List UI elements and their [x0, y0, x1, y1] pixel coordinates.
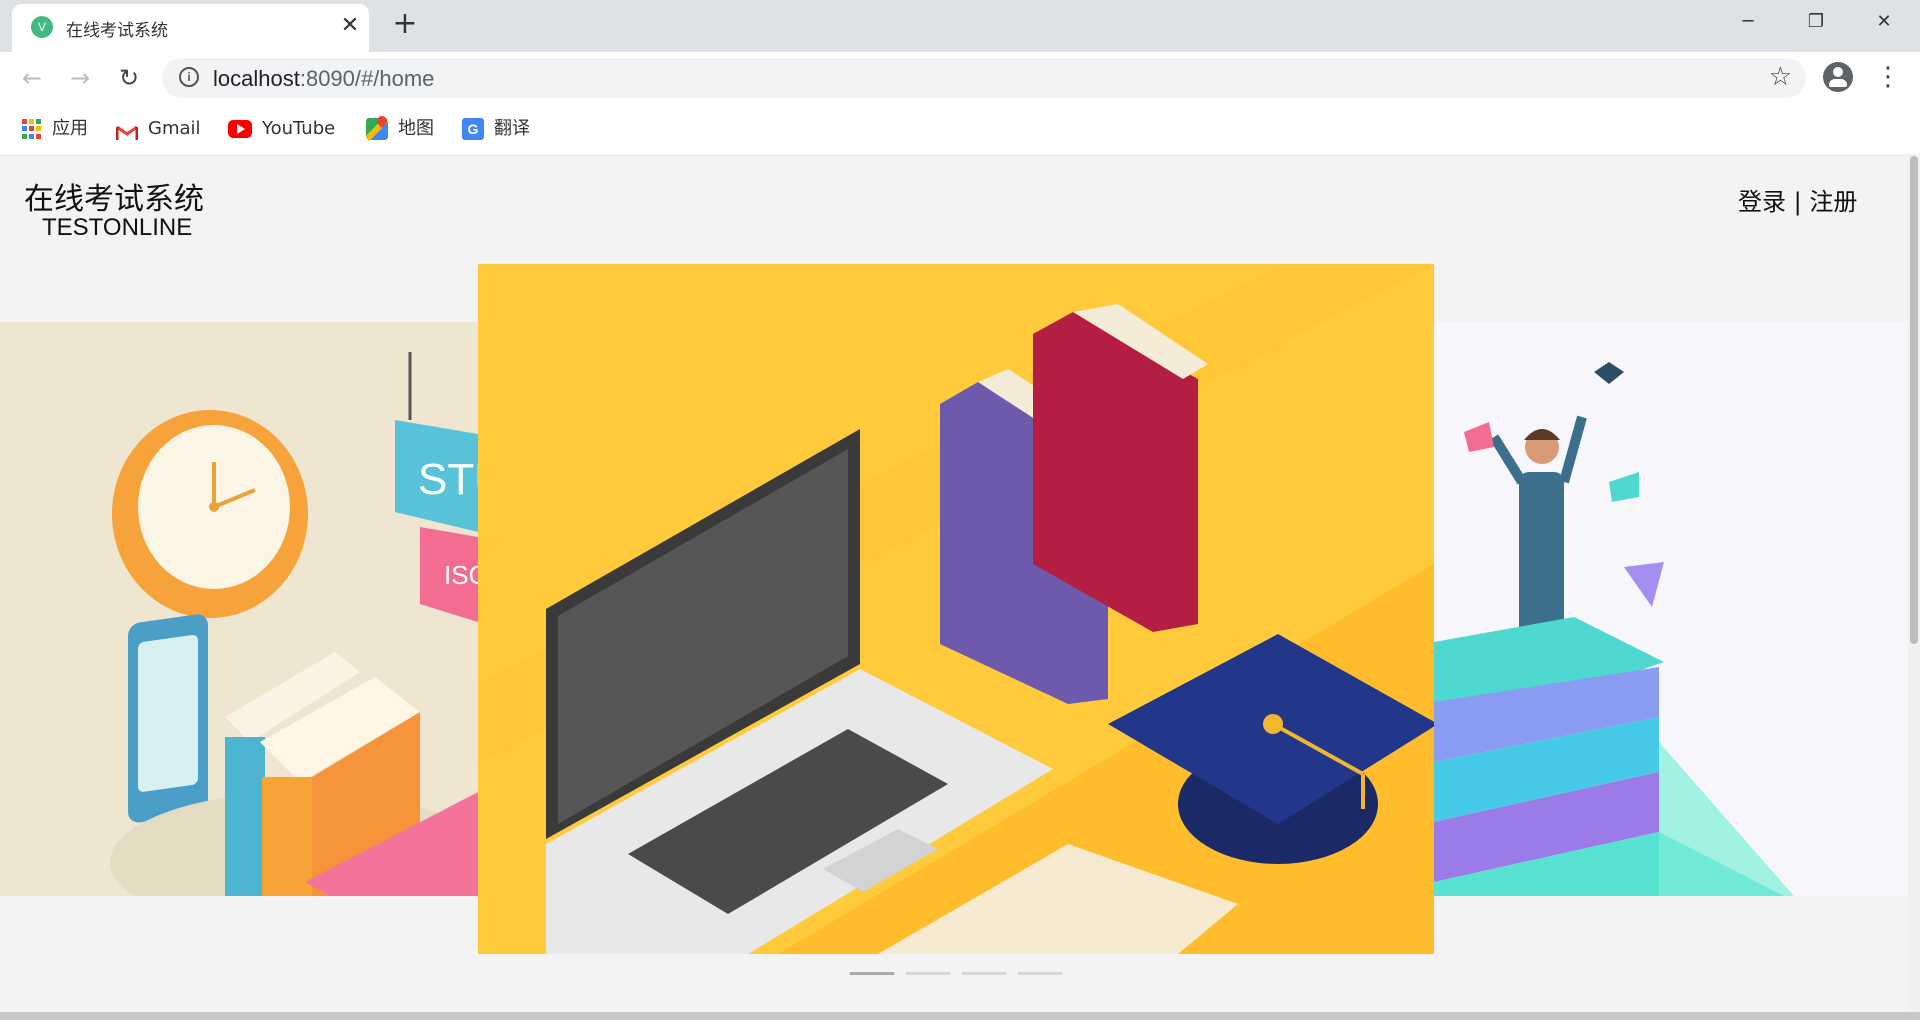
translate-icon: G [462, 118, 484, 140]
auth-links: 登录 | 注册 [1738, 182, 1857, 217]
tab-title: 在线考试系统 [66, 21, 168, 41]
apps-icon [22, 119, 42, 139]
graduate-icon [1489, 362, 1624, 637]
site-subtitle: TESTONLINE [42, 214, 193, 241]
login-link[interactable]: 登录 [1738, 188, 1786, 216]
info-icon[interactable]: i [179, 67, 199, 87]
bookmark-star-icon[interactable]: ☆ [1769, 62, 1792, 92]
bookmark-gmail[interactable]: Gmail [115, 114, 201, 144]
page-content: 在线考试系统 TESTONLINE 登录 | 注册 STU ISO [0, 154, 1908, 1012]
carousel-dot-1[interactable] [850, 972, 894, 975]
carousel-slide-prev[interactable]: STU ISO [0, 322, 478, 896]
svg-text:ISO: ISO [444, 560, 478, 590]
vertical-scrollbar[interactable] [1908, 154, 1920, 1012]
carousel-dot-4[interactable] [1018, 972, 1062, 975]
profile-avatar-icon[interactable] [1823, 62, 1853, 92]
carousel-dot-3[interactable] [962, 972, 1006, 975]
clock-icon [112, 410, 308, 618]
more-menu-icon[interactable]: ⋮ [1875, 62, 1901, 94]
browser-toolbar: ← → ↻ i localhost:8090/#/home ☆ ⋮ [0, 52, 1920, 104]
window-close-icon[interactable]: ✕ [1854, 4, 1914, 40]
maps-icon [366, 118, 388, 140]
close-tab-icon[interactable]: ✕ [337, 13, 363, 39]
browser-tabstrip: V 在线考试系统 ✕ + ─ ❐ ✕ [0, 0, 1920, 52]
bookmarks-bar: 应用 Gmail YouTube 地图 G 翻译 [0, 104, 1920, 155]
address-bar[interactable]: i localhost:8090/#/home ☆ [162, 58, 1806, 98]
carousel-dot-2[interactable] [906, 972, 950, 975]
back-icon[interactable]: ← [16, 62, 48, 94]
carousel-slide-active[interactable] [478, 264, 1434, 954]
bookmark-youtube[interactable]: YouTube [228, 114, 335, 144]
restore-icon[interactable]: ❐ [1786, 4, 1846, 40]
bookmark-maps[interactable]: 地图 [366, 114, 434, 144]
site-title: 在线考试系统 [24, 182, 204, 217]
new-tab-icon[interactable]: + [390, 9, 420, 39]
svg-text:STU: STU [418, 455, 478, 504]
bookmark-translate[interactable]: G 翻译 [462, 114, 530, 144]
url-text: localhost:8090/#/home [213, 66, 435, 91]
register-link[interactable]: 注册 [1809, 188, 1857, 216]
browser-tab[interactable]: V 在线考试系统 ✕ [12, 4, 369, 52]
horizontal-scrollbar[interactable] [0, 1012, 1920, 1020]
auth-separator: | [1793, 188, 1802, 216]
bookmark-apps[interactable]: 应用 [22, 114, 88, 144]
gmail-icon [115, 121, 139, 140]
reload-icon[interactable]: ↻ [113, 62, 145, 94]
vue-logo-icon: V [31, 16, 53, 38]
book-stack-icon [1434, 617, 1794, 896]
youtube-icon [228, 120, 252, 138]
scrollbar-thumb[interactable] [1910, 156, 1918, 644]
carousel-slide-next[interactable] [1434, 322, 1908, 896]
forward-icon[interactable]: → [64, 62, 96, 94]
minimize-icon[interactable]: ─ [1718, 4, 1778, 40]
phone-icon [128, 614, 208, 823]
study-sign-icon: STU ISO [395, 352, 478, 622]
